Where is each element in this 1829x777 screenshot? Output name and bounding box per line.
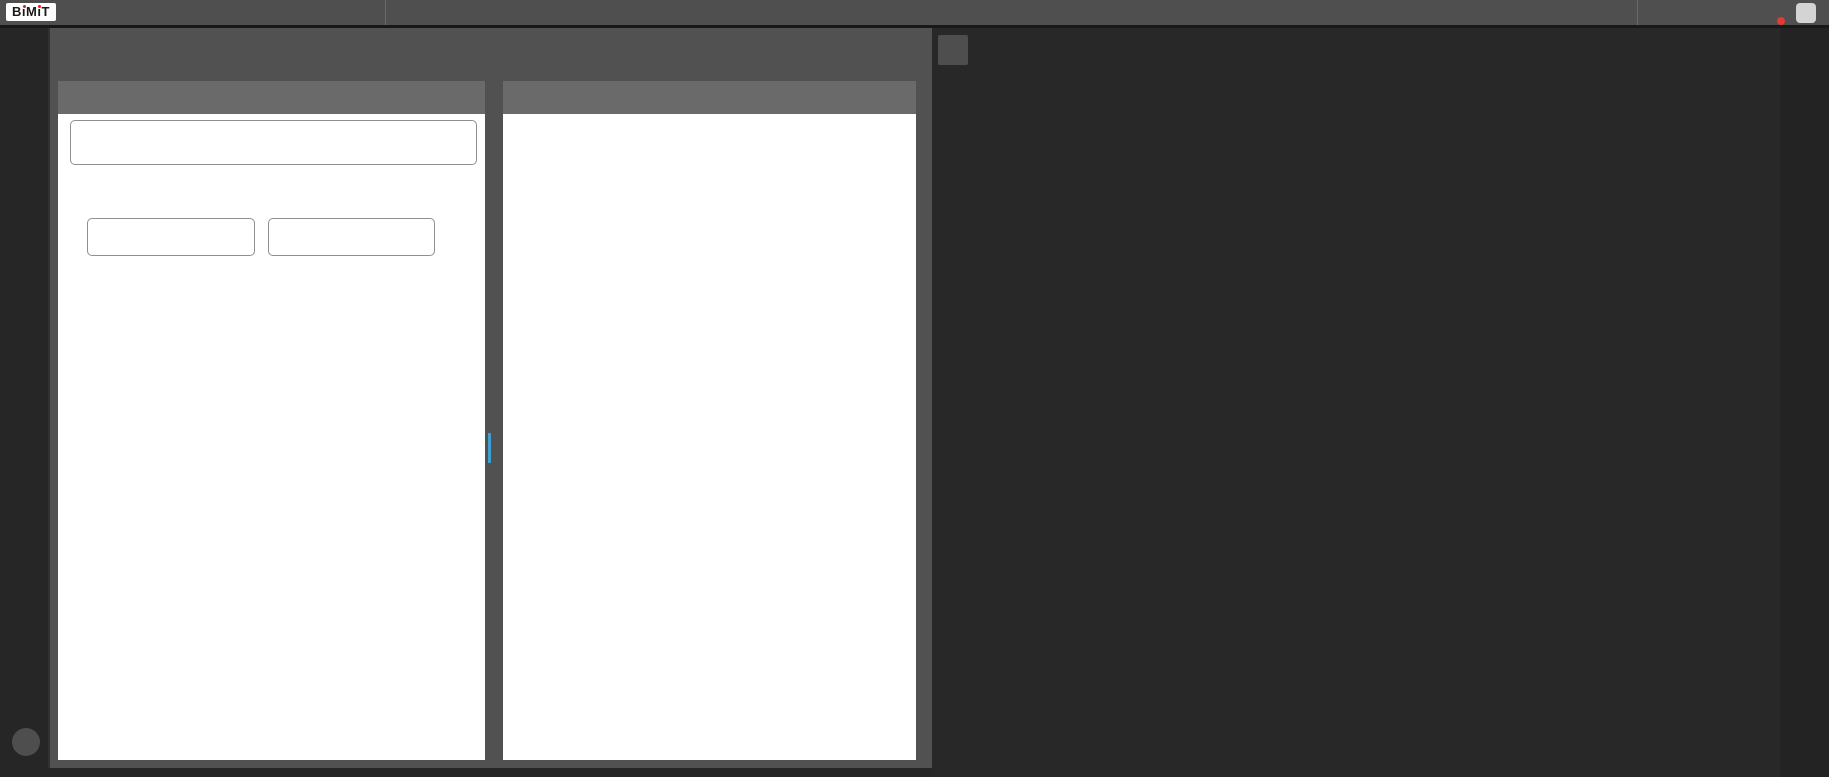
close-icon[interactable] (895, 48, 917, 70)
vorm-select[interactable] (70, 120, 477, 165)
right-toolbar (1780, 28, 1829, 777)
list-menu-icon[interactable] (1732, 3, 1752, 23)
topbar-divider (1637, 0, 1638, 25)
vorm-panel-body (58, 114, 485, 760)
search-icon[interactable] (1660, 3, 1680, 23)
vorm-section-header[interactable] (58, 81, 485, 114)
cancel-block-icon[interactable] (457, 228, 474, 245)
building-model-3d (932, 28, 1780, 777)
expand-collapse-icon[interactable] (70, 186, 88, 204)
viewport-3d[interactable] (932, 28, 1780, 777)
confirm-check-icon[interactable] (434, 228, 452, 246)
code-field[interactable] (87, 218, 255, 256)
capture-frame-button[interactable] (938, 35, 968, 65)
name-input[interactable] (284, 229, 408, 245)
chevron-down-icon[interactable] (459, 89, 475, 105)
share-forward-icon[interactable] (1065, 3, 1085, 23)
user-account-avatar[interactable] (1796, 3, 1816, 23)
filter-funnel-icon[interactable] (424, 183, 444, 203)
app-logo[interactable]: BıMıT (6, 3, 56, 21)
help-button[interactable] (12, 728, 40, 756)
rule-section-header[interactable] (503, 81, 916, 114)
topbar-divider (385, 0, 386, 25)
code-input[interactable] (103, 229, 228, 245)
settings-gear-icon[interactable] (1032, 3, 1052, 23)
top-bar: BıMıT (0, 0, 1829, 28)
notification-badge (1777, 17, 1785, 25)
rule-panel-body (503, 114, 916, 760)
name-field[interactable] (268, 218, 435, 256)
notifications-bell-icon[interactable] (1762, 3, 1782, 23)
panel-resize-handle[interactable] (488, 433, 491, 463)
left-toolbar (0, 28, 48, 777)
chevron-down-icon[interactable] (618, 4, 636, 22)
chevron-down-icon[interactable] (890, 89, 906, 105)
briefcase-icon[interactable] (300, 3, 320, 23)
chevron-down-icon[interactable] (450, 134, 468, 152)
